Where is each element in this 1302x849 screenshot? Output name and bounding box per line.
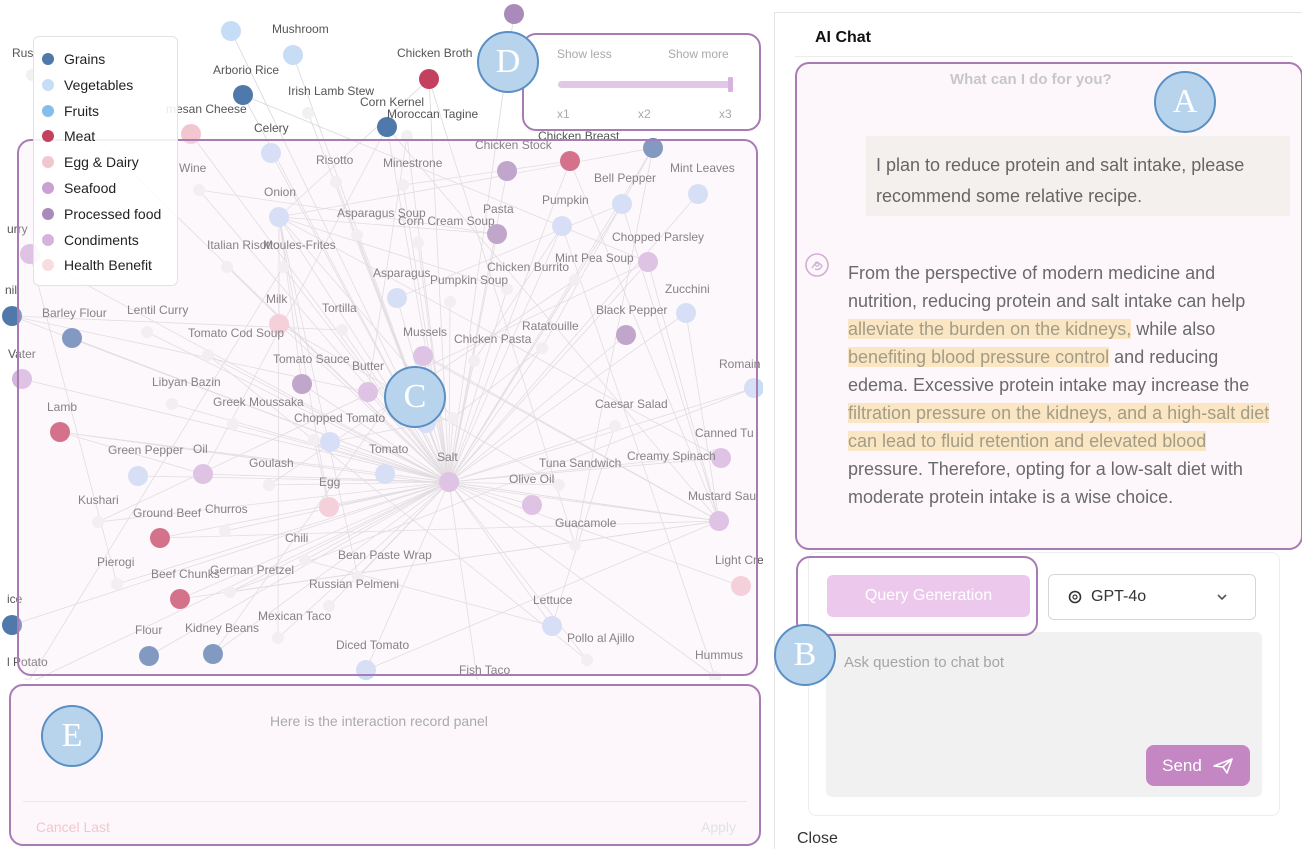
category-legend: Grains Vegetables Fruits Meat Egg & Dairy Sea… — [33, 36, 178, 286]
chevron-down-icon — [1217, 594, 1227, 601]
apply-button[interactable]: Apply — [701, 819, 736, 835]
graph-node[interactable] — [504, 4, 524, 24]
tag-e: E — [41, 705, 103, 767]
cancel-last-button[interactable]: Cancel Last — [36, 819, 110, 835]
legend-color-dot — [42, 156, 54, 169]
record-panel-text: Here is the interaction record panel — [270, 713, 488, 729]
legend-label: Health Benefit — [64, 257, 152, 274]
graph-node-label: Rus — [12, 46, 33, 60]
legend-label: Vegetables — [64, 76, 134, 93]
show-more-label: Show more — [668, 47, 729, 61]
show-less-label: Show less — [557, 47, 612, 61]
model-select[interactable]: GPT-4o — [1048, 574, 1256, 620]
graph-node-label: Arborio Rice — [213, 63, 279, 77]
highlighted-phrase[interactable]: filtration pressure on the kidneys, and … — [848, 403, 1270, 451]
openai-logo-icon — [1068, 590, 1082, 604]
legend-label: Condiments — [64, 231, 139, 248]
legend-label: Processed food — [64, 205, 162, 222]
graph-node-label: Mushroom — [272, 22, 329, 36]
legend-label: Egg & Dairy — [64, 154, 139, 171]
tag-d: D — [477, 31, 539, 93]
legend-color-dot — [42, 182, 54, 194]
detail-level-slider[interactable] — [558, 81, 732, 88]
graph-node-label: Moroccan Tagine — [387, 107, 478, 121]
send-button-label: Send — [1162, 755, 1202, 775]
graph-node[interactable] — [221, 21, 241, 41]
graph-node[interactable] — [21, 678, 33, 680]
bot-avatar-icon — [805, 253, 829, 277]
paper-plane-icon — [1213, 757, 1233, 774]
slider-tick-x2: x2 — [638, 107, 651, 121]
legend-color-dot — [42, 104, 54, 117]
graph-node-label: Celery — [254, 121, 289, 135]
legend-label: Grains — [64, 51, 106, 67]
close-button[interactable]: Close — [797, 830, 838, 848]
slider-handle[interactable] — [728, 77, 733, 92]
legend-color-dot — [42, 233, 54, 246]
chat-title: AI Chat — [815, 29, 871, 46]
legend-item[interactable]: Meat — [42, 125, 95, 147]
legend-color-dot — [42, 259, 54, 272]
legend-item[interactable]: Vegetables — [42, 74, 133, 96]
slider-tick-x3: x3 — [719, 107, 732, 121]
legend-item[interactable]: Seafood — [42, 177, 116, 199]
bot-message-text: pressure. Therefore, opting for a low-sa… — [848, 459, 1243, 507]
query-generation-highlight — [796, 556, 1038, 636]
legend-item[interactable]: Egg & Dairy — [42, 151, 139, 173]
tag-a: A — [1154, 71, 1216, 133]
graph-node-label: Chicken Broth — [397, 46, 472, 60]
highlighted-phrase[interactable]: benefiting blood pressure control — [848, 347, 1110, 367]
tag-b: B — [774, 624, 836, 686]
bot-message-text: while also — [1131, 319, 1216, 339]
legend-item[interactable]: Condiments — [42, 229, 139, 251]
graph-node[interactable] — [283, 45, 303, 65]
legend-label: Seafood — [64, 180, 117, 196]
graph-node-label: mesan Cheese — [166, 102, 247, 116]
bot-message: From the perspective of modern medicine … — [848, 259, 1278, 511]
record-panel-divider — [23, 801, 747, 802]
graph-node-label: nil — [5, 283, 17, 297]
legend-item[interactable]: Grains — [42, 48, 105, 70]
chat-title-divider — [795, 56, 1293, 57]
interaction-record-panel: Here is the interaction record panel Can… — [9, 684, 761, 846]
user-message: I plan to reduce protein and salt intake… — [866, 136, 1290, 216]
legend-color-dot — [42, 130, 54, 143]
detail-slider-panel: Show less Show more x1 x2 x3 — [522, 33, 761, 131]
legend-item[interactable]: Fruits — [42, 100, 99, 122]
legend-item[interactable]: Health Benefit — [42, 254, 152, 276]
graph-node[interactable] — [302, 107, 314, 119]
chat-greeting: What can I do for you? — [950, 71, 1112, 88]
model-select-value: GPT-4o — [1091, 588, 1147, 605]
legend-item[interactable]: Processed food — [42, 203, 161, 225]
legend-label: Meat — [64, 128, 96, 145]
legend-color-dot — [42, 78, 54, 91]
legend-color-dot — [42, 53, 54, 65]
legend-label: Fruits — [64, 102, 99, 119]
legend-color-dot — [42, 207, 54, 220]
highlighted-phrase[interactable]: alleviate the burden on the kidneys, — [848, 319, 1132, 339]
chat-input-placeholder: Ask question to chat bot — [844, 654, 1005, 671]
slider-tick-x1: x1 — [557, 107, 570, 121]
bot-message-text: From the perspective of modern medicine … — [848, 263, 1246, 311]
send-button[interactable]: Send — [1146, 745, 1250, 786]
tag-c: C — [384, 366, 446, 428]
graph-node[interactable] — [419, 69, 439, 89]
